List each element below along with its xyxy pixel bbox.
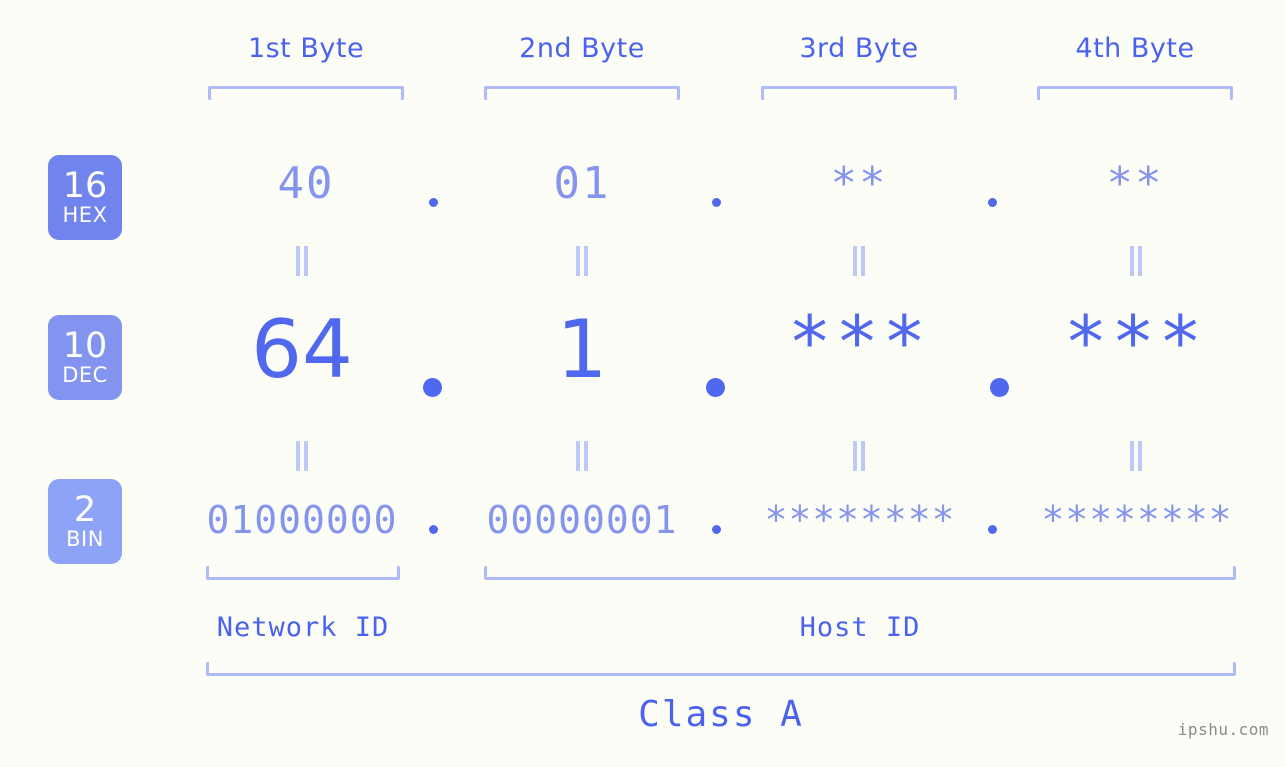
byte-bracket-4 (1037, 86, 1233, 100)
class-bracket (206, 662, 1236, 676)
bin-octet-4: ******** (1041, 498, 1233, 542)
radix-badge-hex-number: 16 (62, 166, 108, 206)
equals-mark-dec-bin-4 (1128, 441, 1144, 471)
bin-separator-2 (712, 525, 721, 534)
radix-badge-dec-number: 10 (62, 326, 108, 366)
bin-octet-1: 01000000 (206, 498, 398, 542)
network-id-label: Network ID (216, 612, 390, 643)
hex-octet-4: ** (1106, 158, 1164, 209)
byte-bracket-2 (484, 86, 680, 100)
equals-mark-dec-bin-3 (851, 441, 867, 471)
equals-mark-dec-bin-1 (294, 441, 310, 471)
site-watermark: ipshu.com (1177, 720, 1269, 739)
host-id-label: Host ID (799, 612, 921, 643)
bin-octet-3: ******** (764, 498, 956, 542)
dec-separator-3 (990, 378, 1009, 397)
hex-separator-1 (429, 198, 438, 207)
bin-octet-2: 00000001 (486, 498, 678, 542)
hex-separator-3 (988, 198, 997, 207)
hex-separator-2 (712, 198, 721, 207)
byte-header-1: 1st Byte (247, 33, 365, 64)
dec-octet-3: *** (787, 300, 931, 384)
byte-header-2: 2nd Byte (519, 33, 645, 64)
hex-octet-2: 01 (553, 158, 611, 209)
byte-bracket-3 (761, 86, 957, 100)
byte-bracket-1 (208, 86, 404, 100)
equals-mark-hex-dec-3 (851, 246, 867, 276)
radix-badge-dec-word: DEC (62, 363, 108, 387)
equals-mark-hex-dec-2 (574, 246, 590, 276)
hex-octet-1: 40 (277, 158, 335, 209)
dec-octet-2: 1 (556, 303, 608, 396)
radix-badge-bin-number: 2 (73, 490, 97, 530)
equals-mark-hex-dec-1 (294, 246, 310, 276)
dec-separator-2 (706, 378, 725, 397)
radix-badge-dec: 10 DEC (48, 315, 122, 400)
equals-mark-hex-dec-4 (1128, 246, 1144, 276)
byte-header-3: 3rd Byte (799, 33, 919, 64)
host-id-bracket (484, 566, 1236, 580)
byte-header-4: 4th Byte (1075, 33, 1195, 64)
class-label: Class A (638, 694, 804, 735)
ip-address-breakdown-diagram: 1st Byte 2nd Byte 3rd Byte 4th Byte 16 H… (0, 0, 1285, 767)
equals-mark-dec-bin-2 (574, 441, 590, 471)
dec-octet-4: *** (1063, 300, 1207, 384)
radix-badge-hex-word: HEX (62, 203, 108, 227)
radix-badge-hex: 16 HEX (48, 155, 122, 240)
dec-separator-1 (423, 378, 442, 397)
bin-separator-3 (988, 525, 997, 534)
network-id-bracket (206, 566, 400, 580)
radix-badge-bin: 2 BIN (48, 479, 122, 564)
radix-badge-bin-word: BIN (66, 527, 104, 551)
hex-octet-3: ** (830, 158, 888, 209)
dec-octet-1: 64 (251, 303, 353, 396)
bin-separator-1 (429, 525, 438, 534)
